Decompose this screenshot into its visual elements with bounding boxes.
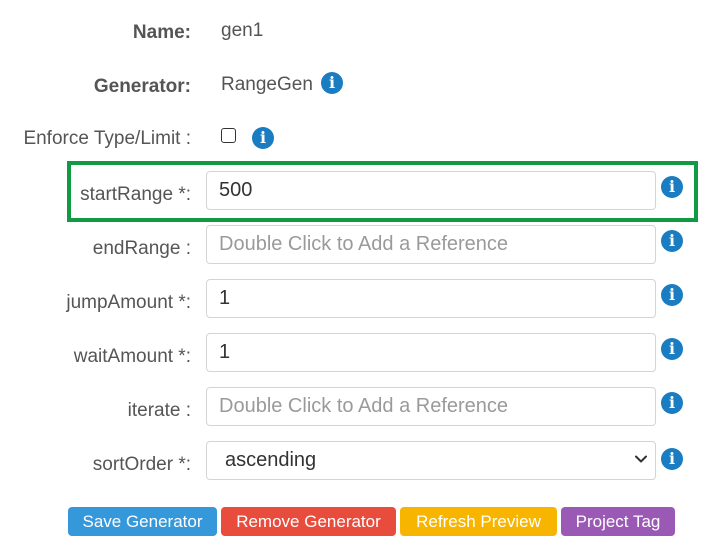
sortorder-label: sortOrder *: — [92, 454, 191, 475]
jumpamount-info-icon[interactable]: i — [661, 284, 683, 306]
jumpamount-label: jumpAmount *: — [66, 292, 191, 313]
startrange-label: startRange *: — [80, 184, 191, 205]
enforce-label: Enforce Type/Limit : — [23, 128, 191, 149]
project-tag-button[interactable]: Project Tag — [561, 507, 675, 536]
waitamount-label: waitAmount *: — [73, 346, 191, 367]
chevron-down-icon — [635, 455, 647, 463]
generator-value: RangeGen — [221, 74, 313, 95]
refresh-preview-button[interactable]: Refresh Preview — [400, 507, 557, 536]
generator-label: Generator: — [93, 76, 191, 97]
sortorder-select[interactable]: ascending — [206, 441, 656, 480]
sortorder-info-icon[interactable]: i — [661, 448, 683, 470]
name-label: Name: — [132, 22, 191, 43]
iterate-input[interactable] — [206, 387, 656, 426]
generator-info-icon[interactable]: i — [321, 72, 343, 94]
endrange-info-icon[interactable]: i — [661, 230, 683, 252]
iterate-info-icon[interactable]: i — [661, 392, 683, 414]
sortorder-value: ascending — [225, 449, 317, 471]
startrange-info-icon[interactable]: i — [661, 176, 683, 198]
endrange-input[interactable] — [206, 225, 656, 264]
iterate-label: iterate : — [127, 400, 191, 421]
waitamount-info-icon[interactable]: i — [661, 338, 683, 360]
jumpamount-input[interactable] — [206, 279, 656, 318]
enforce-checkbox[interactable] — [221, 128, 236, 143]
startrange-input[interactable] — [206, 171, 656, 210]
save-generator-button[interactable]: Save Generator — [68, 507, 217, 536]
endrange-label: endRange : — [92, 238, 191, 259]
remove-generator-button[interactable]: Remove Generator — [221, 507, 396, 536]
waitamount-input[interactable] — [206, 333, 656, 372]
enforce-info-icon[interactable]: i — [252, 127, 274, 149]
name-value: gen1 — [221, 20, 264, 41]
